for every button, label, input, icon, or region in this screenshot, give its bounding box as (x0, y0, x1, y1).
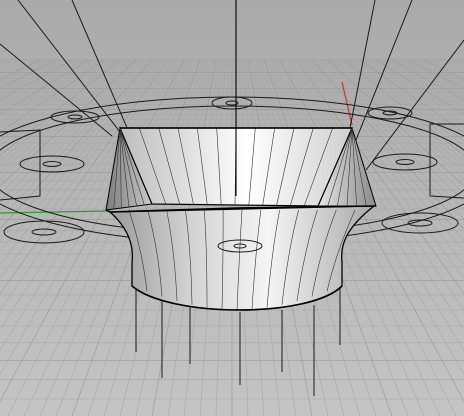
viewport-canvas[interactable] (0, 0, 464, 416)
perspective-viewport[interactable] (0, 0, 464, 416)
